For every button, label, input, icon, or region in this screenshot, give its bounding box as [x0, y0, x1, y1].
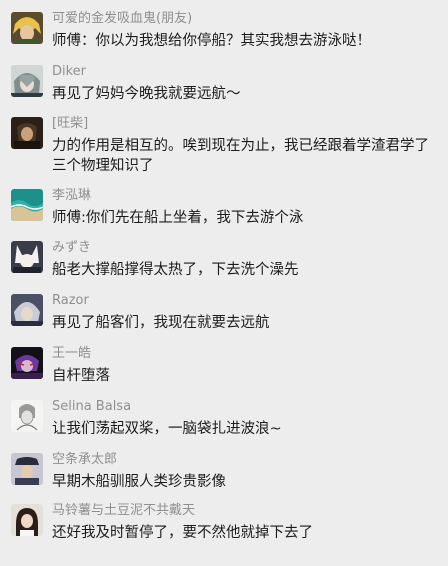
comment-text: 还好我及时暂停了，要不然他就掉下去了: [52, 525, 313, 541]
comment-text: 力的作用是相互的。唉到现在为止，我已经跟着学渣君学了三个物理知识了: [52, 138, 429, 174]
sender-name: みずき: [52, 240, 92, 255]
comment-text: 自杆堕落: [52, 368, 110, 384]
grey-haired-character-avatar[interactable]: [11, 65, 43, 97]
dark-warrior-avatar[interactable]: [11, 117, 43, 149]
ocean-wave-avatar[interactable]: [11, 189, 43, 221]
sender-name: 空条承太郎: [52, 452, 118, 467]
comment-text: 师傅：你以为我想给你停船？其实我想去游泳哒！: [52, 33, 371, 49]
sender-name: Selina Balsa: [52, 399, 132, 414]
comment-text: 再见了妈妈今晚我就要远航～: [52, 86, 241, 102]
white-fox-character-avatar[interactable]: [11, 241, 43, 273]
sender-name: Razor: [52, 293, 89, 308]
sender-name: 马铃薯与土豆泥不共戴天: [52, 503, 196, 518]
jotaro-character-avatar[interactable]: [11, 453, 43, 485]
comment-text: 早期木船驯服人类珍贵影像: [52, 474, 226, 490]
sender-name: 可爱的金发吸血鬼(朋友): [52, 11, 193, 26]
sender-name: [旺柴]: [52, 116, 89, 131]
blond-character-avatar[interactable]: [11, 12, 43, 44]
purple-character-avatar[interactable]: [11, 347, 43, 379]
comment-text: 船老大撑船撑得太热了，下去洗个澡先: [52, 262, 299, 278]
sender-name: 李泓琳: [52, 188, 92, 203]
comment-feed: 可爱的金发吸血鬼(朋友) 师傅：你以为我想给你停船？其实我想去游泳哒！ Dike…: [0, 0, 448, 566]
girl-photo-avatar[interactable]: [11, 504, 43, 536]
comment-text: 师傅:你们先在船上坐着，我下去游个泳: [52, 210, 304, 226]
comment-text: 让我们荡起双桨，一脑袋扎进波浪~: [52, 421, 282, 437]
sketch-portrait-avatar[interactable]: [11, 400, 43, 432]
comment-text: 再见了船客们，我现在就要去远航: [52, 315, 270, 331]
sender-name: 王一皓: [52, 346, 92, 361]
sender-name: Diker: [52, 64, 87, 79]
silver-haired-character-avatar[interactable]: [11, 294, 43, 326]
